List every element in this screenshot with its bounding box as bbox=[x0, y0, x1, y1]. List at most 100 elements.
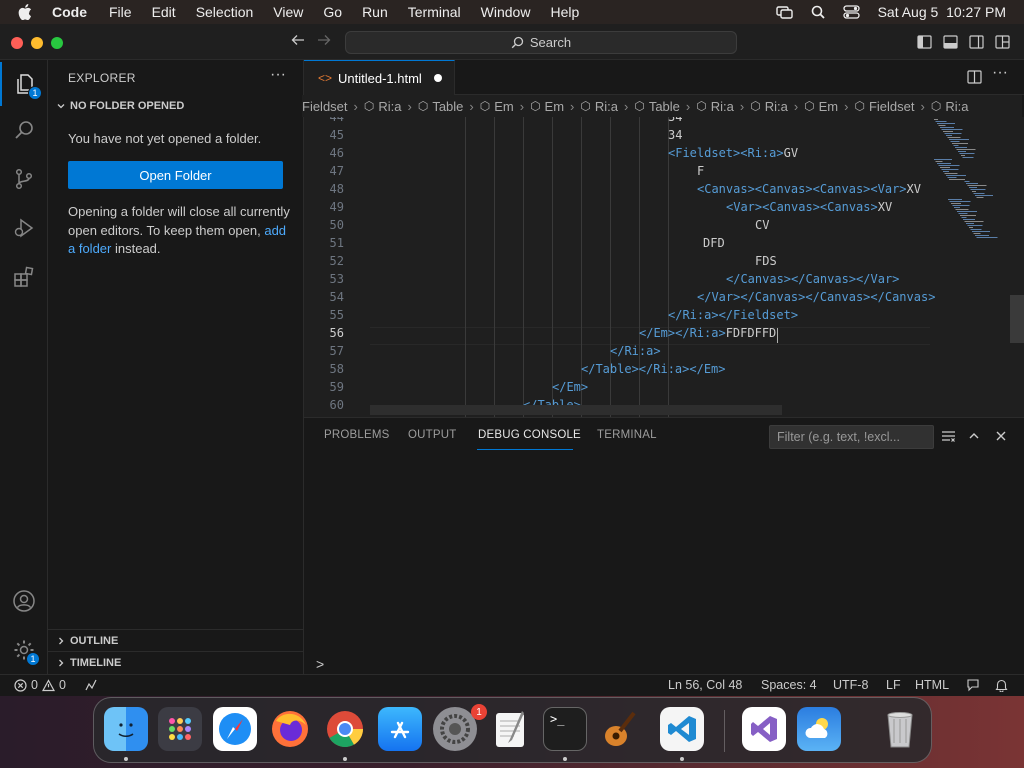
manage-activity[interactable]: 1 bbox=[0, 628, 48, 672]
screen-mirroring-icon[interactable] bbox=[775, 5, 793, 19]
eol-status[interactable]: LF bbox=[886, 678, 901, 692]
extensions-activity[interactable] bbox=[0, 255, 48, 299]
editor-more-actions-icon[interactable]: ··· bbox=[992, 64, 1008, 82]
minimap-line bbox=[947, 137, 961, 138]
breadcrumb-item[interactable]: ⬡ Ri:a › bbox=[750, 99, 804, 114]
garageband-icon[interactable] bbox=[598, 707, 642, 751]
no-folder-section-header[interactable]: NO FOLDER OPENED bbox=[48, 95, 303, 117]
customize-layout-icon[interactable] bbox=[995, 35, 1010, 49]
breadcrumb-label: Fieldset bbox=[302, 98, 348, 114]
minimap-line bbox=[956, 149, 976, 150]
menu-run[interactable]: Run bbox=[362, 4, 388, 20]
breadcrumb-item[interactable]: ⬡ Table › bbox=[418, 99, 480, 114]
minimap-line bbox=[975, 195, 993, 196]
code-line: CV bbox=[755, 218, 769, 232]
forward-arrow-icon[interactable] bbox=[316, 32, 332, 48]
editor-scrollbar-thumb[interactable] bbox=[1010, 295, 1024, 343]
opening-folder-message: Opening a folder will close all currentl… bbox=[68, 203, 293, 259]
apple-icon[interactable] bbox=[18, 4, 38, 20]
breadcrumb-item[interactable]: ⬡ Fieldset › bbox=[854, 99, 930, 114]
firefox-icon[interactable] bbox=[268, 707, 312, 751]
menu-file[interactable]: File bbox=[109, 4, 132, 20]
spotlight-search-icon[interactable] bbox=[811, 5, 825, 19]
cursor-position[interactable]: Ln 56, Col 48 bbox=[668, 678, 742, 692]
notifications-bell-icon[interactable] bbox=[995, 678, 1008, 692]
app-store-icon[interactable] bbox=[378, 707, 422, 751]
editor-tab[interactable]: <> Untitled-1.html bbox=[304, 60, 455, 95]
breadcrumb-item[interactable]: ⬡ Ri:a › bbox=[580, 99, 634, 114]
minimap[interactable] bbox=[930, 117, 1010, 417]
breadcrumb-item[interactable]: ⬡ Ri:a bbox=[931, 99, 969, 114]
breadcrumb-item[interactable]: ⬡ Table › bbox=[634, 99, 696, 114]
clear-console-icon[interactable] bbox=[941, 430, 956, 443]
vscode-icon[interactable] bbox=[660, 707, 704, 751]
menu-go[interactable]: Go bbox=[323, 4, 342, 20]
toggle-panel-icon[interactable] bbox=[943, 35, 958, 49]
launchpad-icon[interactable] bbox=[158, 707, 202, 751]
console-prompt[interactable]: > bbox=[316, 656, 324, 672]
horizontal-scrollbar-thumb[interactable] bbox=[370, 405, 782, 415]
breadcrumb-item[interactable]: ⬡ Em › bbox=[530, 99, 580, 114]
weather-icon[interactable] bbox=[797, 707, 841, 751]
command-center-search[interactable]: Search bbox=[345, 31, 737, 54]
debug-console-filter-input[interactable]: Filter (e.g. text, !excl... bbox=[769, 425, 934, 449]
menu-window[interactable]: Window bbox=[481, 4, 531, 20]
breadcrumb-item[interactable]: ⬡ Ri:a › bbox=[696, 99, 750, 114]
menu-edit[interactable]: Edit bbox=[152, 4, 176, 20]
open-folder-button[interactable]: Open Folder bbox=[68, 161, 283, 189]
minimap-line bbox=[946, 175, 966, 176]
trash-icon[interactable] bbox=[878, 707, 922, 751]
feedback-icon[interactable] bbox=[966, 678, 980, 692]
run-debug-activity[interactable] bbox=[0, 206, 48, 250]
line-number: 52 bbox=[329, 253, 344, 268]
menu-help[interactable]: Help bbox=[550, 4, 579, 20]
timeline-section-header[interactable]: TIMELINE bbox=[48, 651, 303, 673]
code-editor[interactable]: 44 34 45 34 46 <Fieldset><Ri:a>GV 47 F 48 <Canvas… bbox=[304, 117, 1024, 417]
indent-guide bbox=[494, 117, 495, 417]
tab-terminal[interactable]: TERMINAL bbox=[597, 429, 657, 441]
breadcrumb-item[interactable]: ⬡ Em › bbox=[480, 99, 530, 114]
unsaved-dot-icon[interactable] bbox=[433, 74, 442, 82]
indentation-status[interactable]: Spaces: 4 bbox=[761, 678, 817, 692]
finder-icon[interactable] bbox=[104, 707, 148, 751]
safari-icon[interactable] bbox=[213, 707, 257, 751]
breadcrumb-item[interactable]: ⬡ Em › bbox=[804, 99, 854, 114]
control-center-icon[interactable] bbox=[842, 5, 860, 19]
menu-terminal[interactable]: Terminal bbox=[408, 4, 461, 20]
outline-section-header[interactable]: OUTLINE bbox=[48, 629, 303, 651]
encoding-status[interactable]: UTF-8 bbox=[833, 678, 868, 692]
toggle-primary-sidebar-icon[interactable] bbox=[917, 35, 932, 49]
maximize-panel-icon[interactable] bbox=[968, 430, 980, 442]
toggle-secondary-sidebar-icon[interactable] bbox=[969, 35, 984, 49]
terminal-icon[interactable]: >_ bbox=[543, 707, 587, 751]
tab-problems[interactable]: PROBLEMS bbox=[324, 429, 390, 441]
textedit-icon[interactable] bbox=[488, 707, 532, 751]
explorer-activity[interactable]: 1 bbox=[0, 62, 48, 106]
zoom-window-button[interactable] bbox=[51, 37, 63, 49]
language-mode[interactable]: HTML bbox=[915, 678, 949, 692]
menu-app-name[interactable]: Code bbox=[52, 4, 87, 20]
problems-status[interactable]: 0 0 bbox=[14, 678, 66, 692]
source-control-activity[interactable] bbox=[0, 157, 48, 201]
breadcrumb-item[interactable]: Fieldset › bbox=[302, 99, 364, 114]
menu-view[interactable]: View bbox=[273, 4, 303, 20]
more-actions-icon[interactable]: ··· bbox=[270, 66, 286, 84]
menubar-clock[interactable]: Sat Aug 5 10:27 PM bbox=[878, 4, 1006, 20]
indent-guide bbox=[523, 117, 524, 417]
split-editor-icon[interactable] bbox=[967, 70, 982, 84]
minimap-line bbox=[949, 179, 965, 180]
accounts-activity[interactable] bbox=[0, 579, 48, 623]
visual-studio-icon[interactable] bbox=[742, 707, 786, 751]
close-window-button[interactable] bbox=[11, 37, 23, 49]
breadcrumb-item[interactable]: ⬡ Ri:a › bbox=[364, 99, 418, 114]
minimap-line bbox=[955, 209, 969, 210]
close-panel-icon[interactable] bbox=[995, 430, 1007, 442]
minimize-window-button[interactable] bbox=[31, 37, 43, 49]
back-arrow-icon[interactable] bbox=[290, 32, 306, 48]
menu-selection[interactable]: Selection bbox=[196, 4, 254, 20]
search-activity[interactable] bbox=[0, 108, 48, 152]
port-forward-icon[interactable] bbox=[84, 678, 98, 692]
chrome-icon[interactable] bbox=[323, 707, 367, 751]
tab-output[interactable]: OUTPUT bbox=[408, 429, 456, 441]
tab-debug-console[interactable]: DEBUG CONSOLE bbox=[478, 429, 581, 441]
